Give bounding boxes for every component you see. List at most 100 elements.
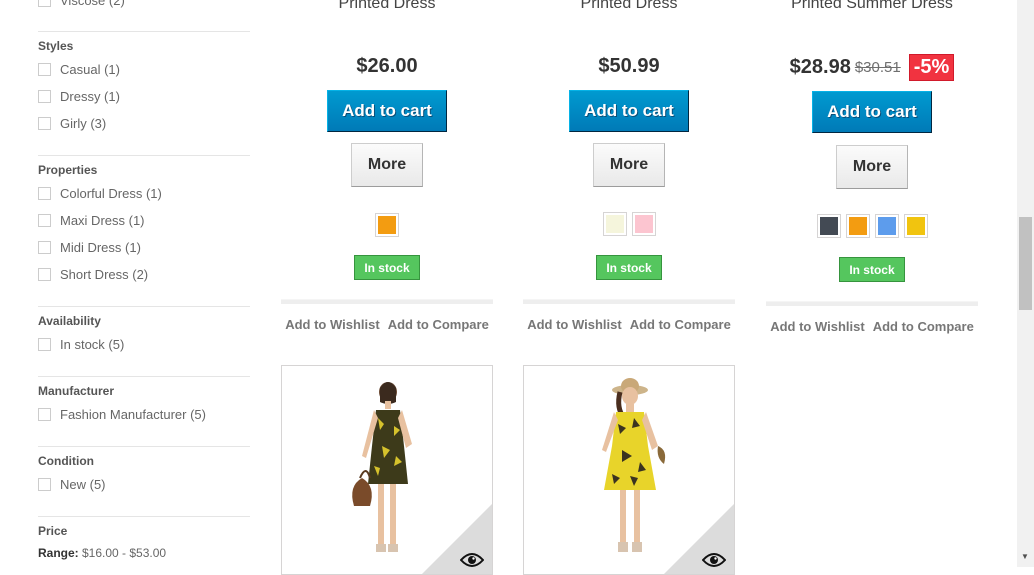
filter-label: Short Dress (2) xyxy=(60,267,149,282)
filter-girly[interactable]: Girly (3) xyxy=(38,116,106,131)
filter-casual[interactable]: Casual (1) xyxy=(38,62,120,77)
eye-icon[interactable] xyxy=(702,552,726,568)
price-row: $50.99 xyxy=(523,55,735,78)
price-row: $26.00 xyxy=(281,55,493,78)
color-swatch[interactable] xyxy=(874,214,899,238)
product-name[interactable]: Printed Dress xyxy=(523,0,735,13)
color-swatches xyxy=(766,214,978,238)
product-price: $50.99 xyxy=(598,55,660,77)
add-to-wishlist-link[interactable]: Add to Wishlist xyxy=(285,317,380,332)
checkbox[interactable] xyxy=(38,63,51,76)
filter-label: Colorful Dress (1) xyxy=(60,186,162,201)
checkbox[interactable] xyxy=(38,0,51,7)
product-price: $28.98 xyxy=(789,56,851,78)
color-swatch[interactable] xyxy=(375,213,399,237)
product-image-card[interactable] xyxy=(523,365,735,575)
discount-badge: -5% xyxy=(908,54,955,81)
product-image-card[interactable] xyxy=(281,365,493,575)
add-to-cart-button[interactable]: Add to cart xyxy=(812,91,932,133)
old-price: $30.51 xyxy=(854,59,901,76)
functional-bar xyxy=(281,300,493,304)
filter-colorful-dress[interactable]: Colorful Dress (1) xyxy=(38,186,162,201)
swatch-fill xyxy=(605,215,624,233)
filter-label: Casual (1) xyxy=(60,62,120,77)
eye-icon[interactable] xyxy=(460,552,484,568)
divider xyxy=(38,516,250,517)
filter-label: In stock (5) xyxy=(60,337,125,352)
more-button[interactable]: More xyxy=(351,143,423,187)
price-range-label: Range: xyxy=(38,546,79,560)
color-swatches xyxy=(523,212,735,236)
availability-title: Availability xyxy=(38,314,101,328)
swatch-fill xyxy=(378,216,396,234)
functional-links: Add to Wishlist Add to Compare xyxy=(281,317,493,332)
filter-short-dress[interactable]: Short Dress (2) xyxy=(38,267,148,282)
filter-label: Midi Dress (1) xyxy=(60,240,141,255)
filter-in-stock[interactable]: In stock (5) xyxy=(38,337,124,352)
more-button[interactable]: More xyxy=(593,143,665,187)
color-swatch[interactable] xyxy=(845,214,870,238)
price-row: $28.98 $30.51 -5% xyxy=(766,54,978,81)
stock-badge: In stock xyxy=(354,255,420,280)
swatch-fill xyxy=(819,217,838,235)
color-swatch[interactable] xyxy=(631,212,656,236)
add-to-wishlist-link[interactable]: Add to Wishlist xyxy=(527,317,622,332)
color-swatch[interactable] xyxy=(903,214,928,238)
add-to-cart-button[interactable]: Add to cart xyxy=(327,90,447,132)
swatch-fill xyxy=(634,215,653,233)
divider xyxy=(38,31,250,32)
condition-title: Condition xyxy=(38,454,94,468)
filter-label: Girly (3) xyxy=(60,116,107,131)
add-to-cart-button[interactable]: Add to cart xyxy=(569,90,689,132)
filter-new[interactable]: New (5) xyxy=(38,477,106,492)
properties-title: Properties xyxy=(38,163,98,177)
product-card: Printed Dress $50.99 Add to cart More In… xyxy=(523,0,735,340)
filter-sidebar: Viscose (2) Styles Casual (1) Dressy (1)… xyxy=(0,0,260,567)
filter-fashion-manufacturer[interactable]: Fashion Manufacturer (5) xyxy=(38,407,206,422)
checkbox[interactable] xyxy=(38,90,51,103)
filter-label: Dressy (1) xyxy=(60,89,120,104)
divider xyxy=(38,446,250,447)
filter-dressy[interactable]: Dressy (1) xyxy=(38,89,120,104)
manufacturer-title: Manufacturer xyxy=(38,384,115,398)
checkbox[interactable] xyxy=(38,117,51,130)
product-name[interactable]: Printed Summer Dress xyxy=(766,0,978,13)
checkbox[interactable] xyxy=(38,268,51,281)
filter-label: New (5) xyxy=(60,477,106,492)
checkbox[interactable] xyxy=(38,214,51,227)
functional-links: Add to Wishlist Add to Compare xyxy=(766,319,978,334)
product-price: $26.00 xyxy=(356,55,418,77)
checkbox[interactable] xyxy=(38,338,51,351)
scrollbar-thumb[interactable] xyxy=(1019,217,1032,310)
vertical-scrollbar[interactable]: ▼ xyxy=(1017,0,1034,567)
swatch-fill xyxy=(906,217,925,235)
swatch-fill xyxy=(877,217,896,235)
filter-label: Maxi Dress (1) xyxy=(60,213,145,228)
stock-badge: In stock xyxy=(839,257,905,282)
filter-viscose[interactable]: Viscose (2) xyxy=(38,0,125,8)
add-to-compare-link[interactable]: Add to Compare xyxy=(388,317,489,332)
checkbox[interactable] xyxy=(38,478,51,491)
checkbox[interactable] xyxy=(38,408,51,421)
scroll-down-arrow-icon[interactable]: ▼ xyxy=(1021,552,1029,561)
functional-bar xyxy=(766,302,978,306)
more-button[interactable]: More xyxy=(836,145,908,189)
filter-midi-dress[interactable]: Midi Dress (1) xyxy=(38,240,141,255)
price-title: Price xyxy=(38,524,68,538)
product-name[interactable]: Printed Dress xyxy=(281,0,493,13)
color-swatch[interactable] xyxy=(602,212,627,236)
color-swatch[interactable] xyxy=(816,214,841,238)
add-to-compare-link[interactable]: Add to Compare xyxy=(630,317,731,332)
functional-bar xyxy=(523,300,735,304)
styles-title: Styles xyxy=(38,39,74,53)
divider xyxy=(38,376,250,377)
filter-label: Viscose (2) xyxy=(60,0,125,8)
stock-badge: In stock xyxy=(596,255,662,280)
add-to-compare-link[interactable]: Add to Compare xyxy=(873,319,974,334)
divider xyxy=(38,306,250,307)
checkbox[interactable] xyxy=(38,241,51,254)
divider xyxy=(38,155,250,156)
checkbox[interactable] xyxy=(38,187,51,200)
filter-maxi-dress[interactable]: Maxi Dress (1) xyxy=(38,213,145,228)
add-to-wishlist-link[interactable]: Add to Wishlist xyxy=(770,319,865,334)
